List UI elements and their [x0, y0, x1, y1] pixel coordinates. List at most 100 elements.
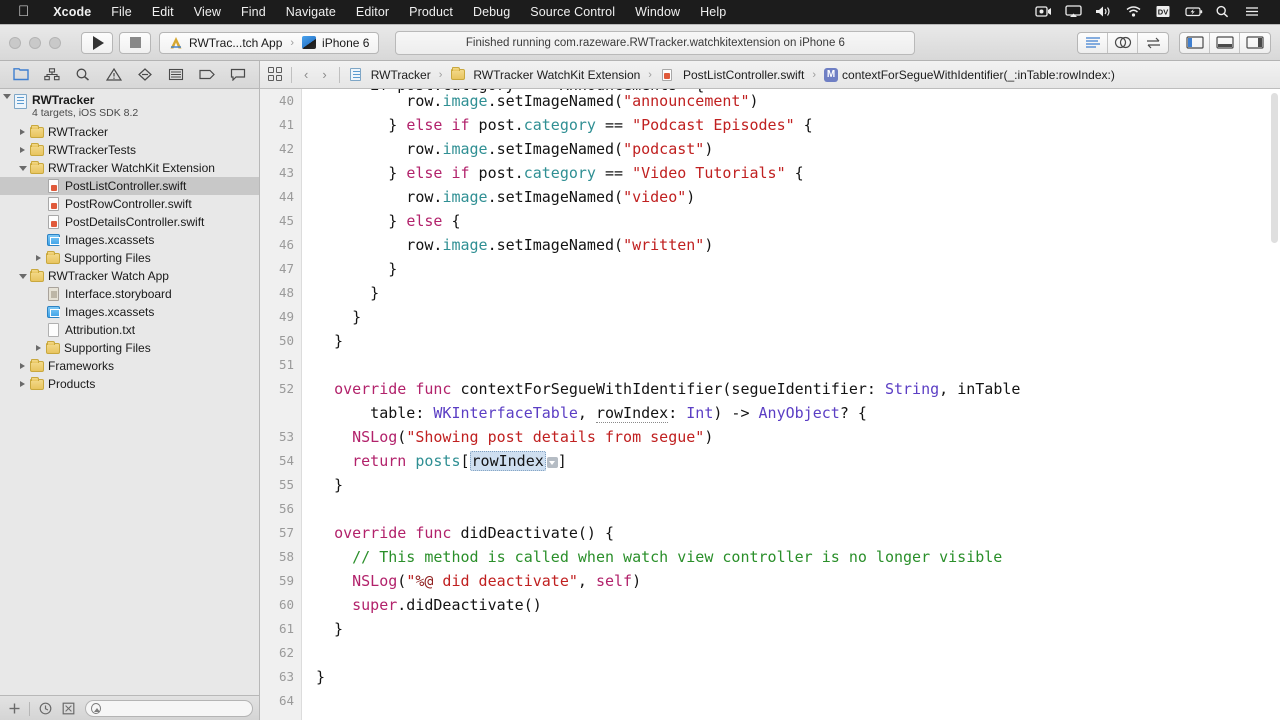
- disclosure-triangle-icon[interactable]: [16, 273, 29, 279]
- tree-node-ext-supporting-files[interactable]: Supporting Files: [0, 249, 259, 267]
- code-line[interactable]: row.image.setImageNamed("podcast"): [316, 137, 1280, 161]
- tree-node-interface-storyboard[interactable]: Interface.storyboard: [0, 285, 259, 303]
- menu-item-product[interactable]: Product: [399, 5, 463, 19]
- code-line[interactable]: [316, 353, 1280, 377]
- menu-item-navigate[interactable]: Navigate: [276, 5, 346, 19]
- issue-navigator-tab[interactable]: [103, 65, 125, 85]
- stop-button[interactable]: [119, 31, 151, 54]
- disclosure-triangle-icon[interactable]: [16, 165, 29, 171]
- code-line[interactable]: } else if post.category == "Video Tutori…: [316, 161, 1280, 185]
- code-line[interactable]: [316, 689, 1280, 713]
- breadcrumb-method[interactable]: M contextForSegueWithIdentifier(_:inTabl…: [824, 67, 1115, 82]
- breakpoint-navigator-tab[interactable]: [196, 65, 218, 85]
- notification-center-icon[interactable]: [1245, 5, 1262, 19]
- code-line[interactable]: }: [316, 305, 1280, 329]
- debug-navigator-tab[interactable]: [165, 65, 187, 85]
- menu-item-editor[interactable]: Editor: [346, 5, 399, 19]
- disclosure-triangle-icon[interactable]: [16, 381, 29, 387]
- navigator-filter-input[interactable]: [104, 703, 247, 714]
- apple-logo-icon[interactable]: : [18, 4, 29, 19]
- related-items-icon[interactable]: [268, 67, 283, 82]
- report-navigator-tab[interactable]: [227, 65, 249, 85]
- menu-item-window[interactable]: Window: [625, 5, 690, 19]
- debug-area-toggle-button[interactable]: [1210, 32, 1240, 53]
- editor-vertical-scrollbar[interactable]: [1271, 93, 1278, 243]
- tree-node-products-group[interactable]: Products: [0, 375, 259, 393]
- breadcrumb-file[interactable]: PostListController.swift: [660, 68, 804, 82]
- dv-icon[interactable]: DV: [1155, 5, 1172, 19]
- code-line[interactable]: override func contextForSegueWithIdentif…: [316, 377, 1280, 401]
- tree-node-ext-images-xcassets[interactable]: Images.xcassets: [0, 231, 259, 249]
- menu-item-find[interactable]: Find: [231, 5, 276, 19]
- menu-item-edit[interactable]: Edit: [142, 5, 184, 19]
- menu-item-debug[interactable]: Debug: [463, 5, 520, 19]
- screen-record-icon[interactable]: [1035, 5, 1052, 19]
- add-button[interactable]: [6, 701, 22, 717]
- tree-node-attribution-txt[interactable]: Attribution.txt: [0, 321, 259, 339]
- assistant-editor-button[interactable]: [1108, 32, 1138, 53]
- disclosure-triangle-icon[interactable]: [16, 147, 29, 153]
- code-line[interactable]: table: WKInterfaceTable, rowIndex: Int) …: [316, 401, 1280, 425]
- tree-node-rwtrackertests-group[interactable]: RWTrackerTests: [0, 141, 259, 159]
- navigate-forward-button[interactable]: ›: [318, 67, 330, 82]
- tree-node-postdetailscontroller-swift[interactable]: PostDetailsController.swift: [0, 213, 259, 231]
- disclosure-triangle-icon[interactable]: [32, 345, 45, 351]
- battery-charging-icon[interactable]: [1185, 5, 1203, 19]
- code-line[interactable]: // This method is called when watch view…: [316, 545, 1280, 569]
- utilities-toggle-button[interactable]: [1240, 33, 1270, 53]
- source-editor[interactable]: 40 41 42 43 44 45 46 47 48 49 50 51 52 5…: [260, 89, 1280, 720]
- project-navigator-tree[interactable]: RWTracker 4 targets, iOS SDK 8.2 RWTrack…: [0, 89, 259, 695]
- volume-icon[interactable]: [1095, 5, 1112, 19]
- code-line[interactable]: row.image.setImageNamed("written"): [316, 233, 1280, 257]
- disclosure-triangle-icon[interactable]: [32, 255, 45, 261]
- navigate-back-button[interactable]: ‹: [300, 67, 312, 82]
- breadcrumb-group[interactable]: RWTracker WatchKit Extension: [450, 67, 640, 82]
- close-window-button[interactable]: [9, 36, 21, 49]
- code-line[interactable]: }: [316, 473, 1280, 497]
- code-line[interactable]: } else if post.category == "Podcast Epis…: [316, 113, 1280, 137]
- code-completion-token[interactable]: rowIndex: [469, 451, 546, 471]
- code-line[interactable]: }: [316, 329, 1280, 353]
- filter-scope-icon[interactable]: [91, 703, 102, 714]
- tree-node-project-root[interactable]: RWTracker 4 targets, iOS SDK 8.2: [0, 93, 259, 123]
- menu-item-file[interactable]: File: [101, 5, 142, 19]
- code-line[interactable]: [316, 641, 1280, 665]
- source-control-filter-icon[interactable]: [60, 701, 76, 717]
- find-navigator-tab[interactable]: [72, 65, 94, 85]
- code-line[interactable]: NSLog("%@ did deactivate", self): [316, 569, 1280, 593]
- code-line[interactable]: [316, 497, 1280, 521]
- menu-item-xcode[interactable]: Xcode: [43, 5, 101, 19]
- standard-editor-button[interactable]: [1078, 32, 1108, 53]
- tree-node-postlistcontroller-swift[interactable]: PostListController.swift: [0, 177, 259, 195]
- navigator-toggle-button[interactable]: [1180, 32, 1210, 53]
- disclosure-triangle-icon[interactable]: [0, 94, 13, 99]
- code-line[interactable]: super.didDeactivate(): [316, 593, 1280, 617]
- scheme-selector[interactable]: RWTrac...tch App › iPhone 6: [159, 31, 380, 54]
- spotlight-search-icon[interactable]: [1215, 5, 1232, 19]
- minimize-window-button[interactable]: [29, 36, 41, 49]
- menu-item-help[interactable]: Help: [690, 5, 736, 19]
- tree-node-watch-images-xcassets[interactable]: Images.xcassets: [0, 303, 259, 321]
- project-navigator-tab[interactable]: [10, 65, 32, 85]
- code-line[interactable]: override func didDeactivate() {: [316, 521, 1280, 545]
- code-line[interactable]: row.image.setImageNamed("video"): [316, 185, 1280, 209]
- disclosure-triangle-icon[interactable]: [16, 363, 29, 369]
- token-chevron-down-icon[interactable]: [546, 457, 558, 468]
- code-line[interactable]: } else {: [316, 209, 1280, 233]
- code-line[interactable]: }: [316, 665, 1280, 689]
- tree-node-watchkit-extension-group[interactable]: RWTracker WatchKit Extension: [0, 159, 259, 177]
- menu-item-source-control[interactable]: Source Control: [520, 5, 625, 19]
- recent-files-filter-icon[interactable]: [37, 701, 53, 717]
- tree-node-rwtracker-group[interactable]: RWTracker: [0, 123, 259, 141]
- airplay-icon[interactable]: [1065, 5, 1082, 19]
- code-text-area[interactable]: if post.category == "Announcements" { ro…: [302, 89, 1280, 720]
- zoom-window-button[interactable]: [49, 36, 61, 49]
- code-line[interactable]: NSLog("Showing post details from segue"): [316, 425, 1280, 449]
- navigator-filter-field[interactable]: [85, 700, 253, 717]
- run-button[interactable]: [81, 31, 113, 54]
- symbol-navigator-tab[interactable]: [41, 65, 63, 85]
- tree-node-watch-supporting-files[interactable]: Supporting Files: [0, 339, 259, 357]
- code-line[interactable]: return posts[rowIndex]: [316, 449, 1280, 473]
- tree-node-watch-app-group[interactable]: RWTracker Watch App: [0, 267, 259, 285]
- breadcrumb-project[interactable]: RWTracker: [348, 68, 431, 82]
